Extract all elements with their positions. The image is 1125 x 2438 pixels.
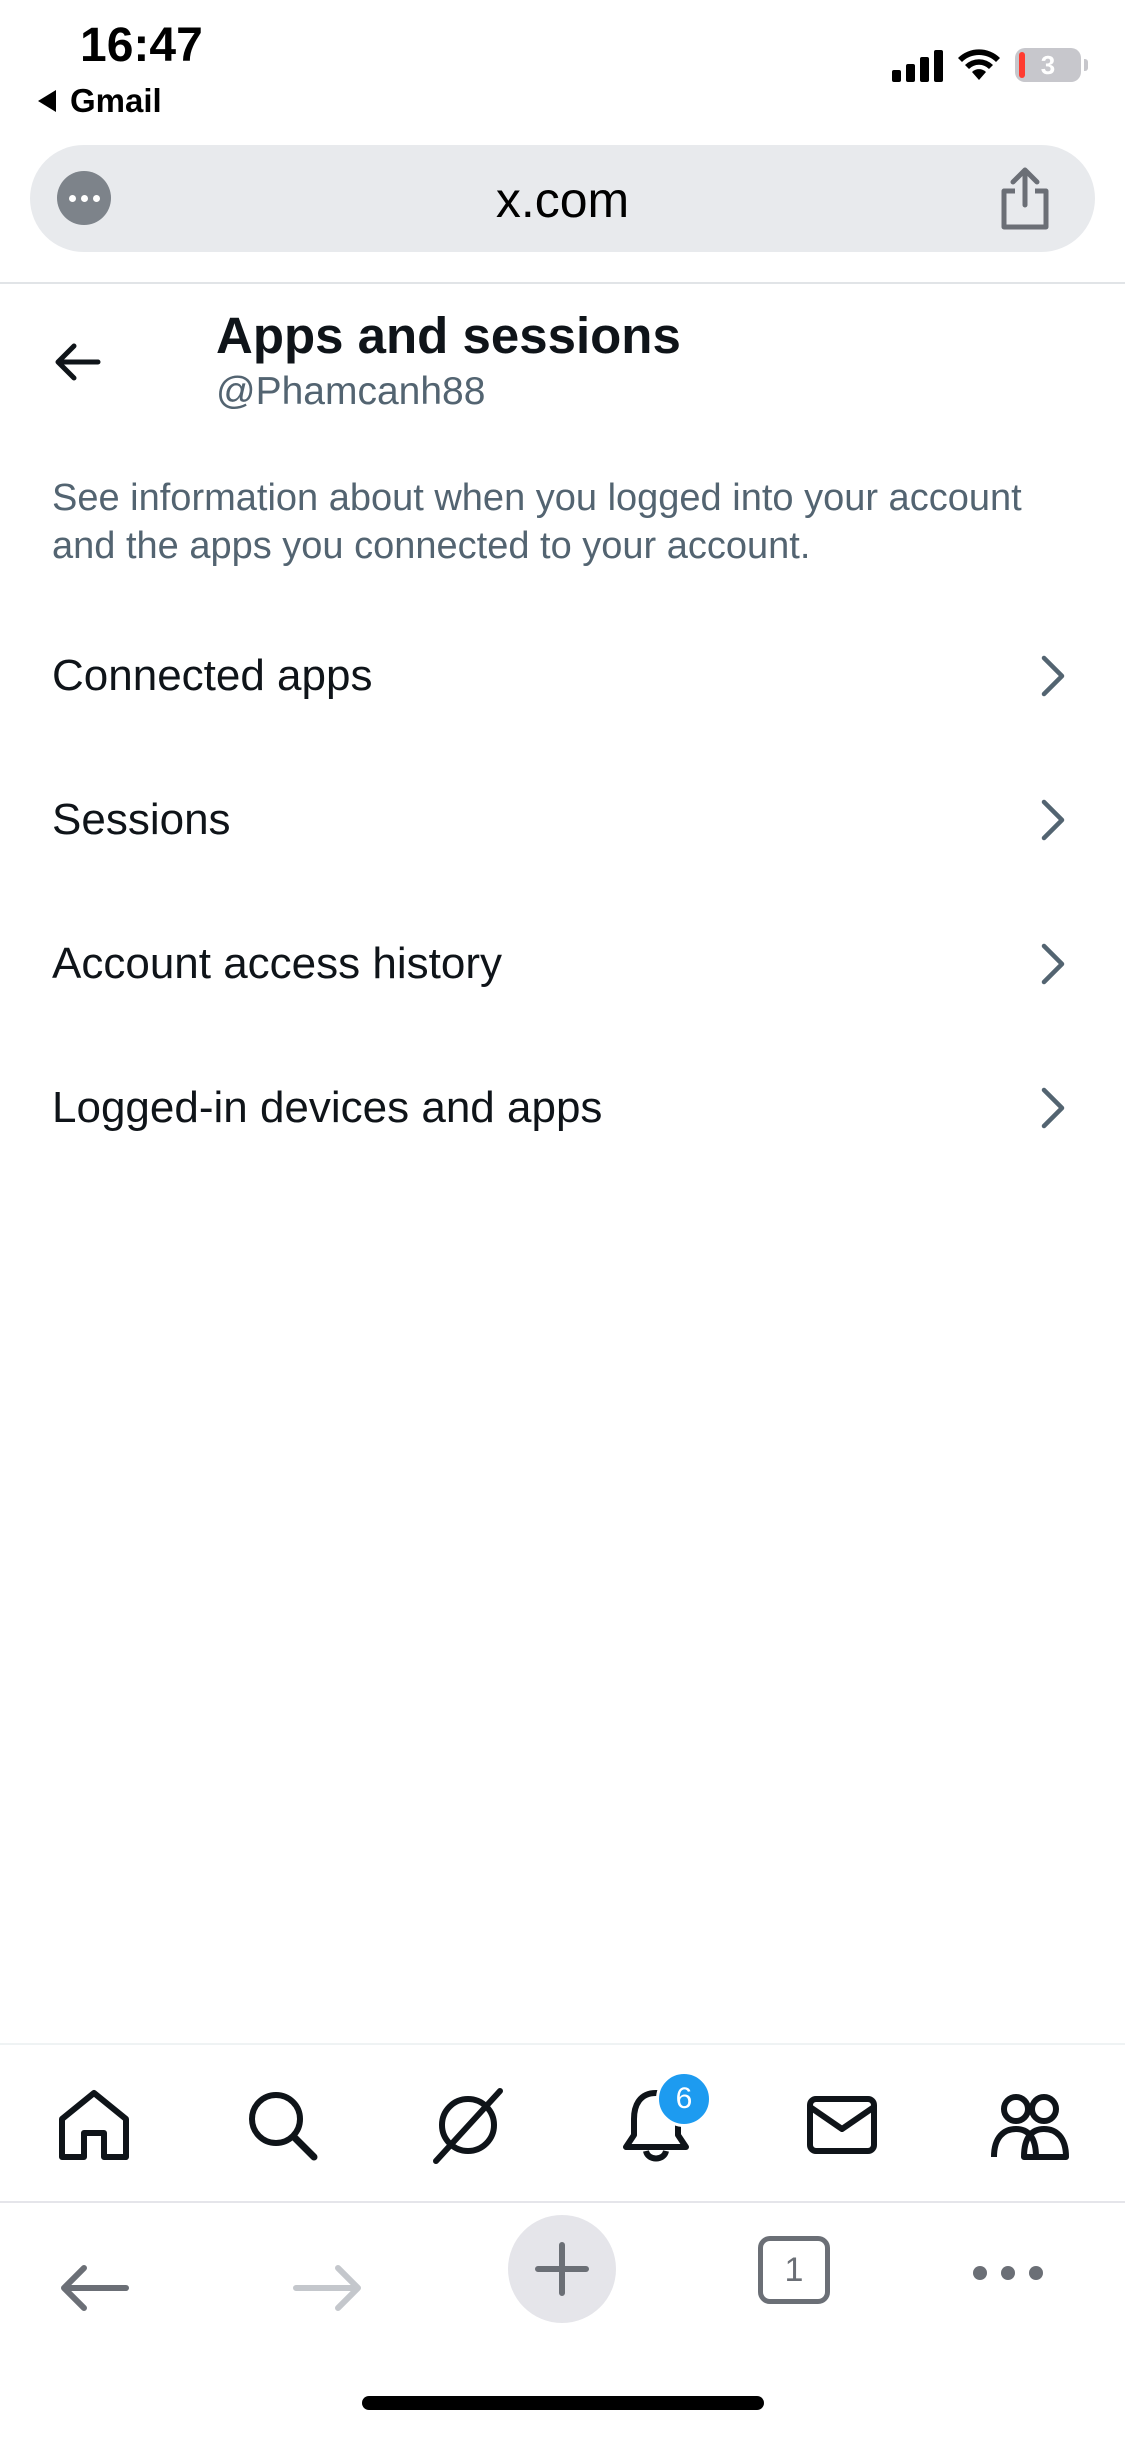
messages-icon[interactable]	[802, 2085, 882, 2165]
cellular-signal-icon	[892, 48, 943, 82]
new-tab-button[interactable]	[508, 2215, 616, 2323]
menu-item-label: Account access history	[52, 939, 502, 988]
chevron-right-icon	[1041, 799, 1065, 841]
chevron-right-icon	[1041, 1087, 1065, 1129]
menu-item-label: Logged-in devices and apps	[52, 1083, 603, 1132]
home-indicator	[362, 2396, 764, 2410]
status-bar: 16:47 Gmail 3	[0, 0, 1125, 135]
wifi-icon	[958, 49, 1000, 80]
menu-item-label: Connected apps	[52, 651, 373, 700]
back-arrow-icon[interactable]	[52, 338, 102, 386]
menu-item-account-access-history[interactable]: Account access history	[0, 892, 1125, 1036]
menu-item-sessions[interactable]: Sessions	[0, 748, 1125, 892]
back-app-label: Gmail	[70, 82, 162, 119]
back-triangle-icon	[38, 90, 56, 112]
notifications-badge: 6	[656, 2071, 712, 2127]
menu-item-connected-apps[interactable]: Connected apps	[0, 604, 1125, 748]
grok-icon[interactable]	[428, 2085, 508, 2165]
url-text[interactable]: x.com	[30, 171, 1095, 229]
chevron-right-icon	[1041, 655, 1065, 697]
battery-icon: 3	[1015, 48, 1088, 82]
more-options-icon[interactable]	[970, 2263, 1046, 2283]
tabs-button[interactable]: 1	[758, 2236, 830, 2304]
address-bar[interactable]: x.com	[30, 145, 1095, 252]
browser-back-icon[interactable]	[58, 2263, 130, 2313]
menu-item-label: Sessions	[52, 795, 231, 844]
search-icon[interactable]	[242, 2085, 322, 2165]
communities-icon[interactable]	[990, 2085, 1070, 2165]
header-divider	[0, 282, 1125, 284]
share-icon[interactable]	[995, 165, 1055, 231]
settings-menu: Connected apps Sessions Account access h…	[0, 604, 1125, 1180]
page-description: See information about when you logged in…	[52, 477, 1022, 567]
browser-forward-icon	[293, 2265, 361, 2311]
bottom-navigation: 6	[0, 2043, 1125, 2203]
status-time: 16:47	[80, 19, 203, 72]
back-to-gmail-link[interactable]: Gmail	[38, 82, 162, 120]
status-indicators: 3	[892, 48, 1088, 82]
home-icon[interactable]	[54, 2085, 134, 2165]
user-handle: @Phamcanh88	[216, 370, 486, 413]
plus-icon	[535, 2242, 589, 2296]
menu-item-logged-in-devices[interactable]: Logged-in devices and apps	[0, 1036, 1125, 1180]
chevron-right-icon	[1041, 943, 1065, 985]
page-title: Apps and sessions	[216, 307, 681, 364]
battery-level: 3	[1040, 49, 1056, 80]
